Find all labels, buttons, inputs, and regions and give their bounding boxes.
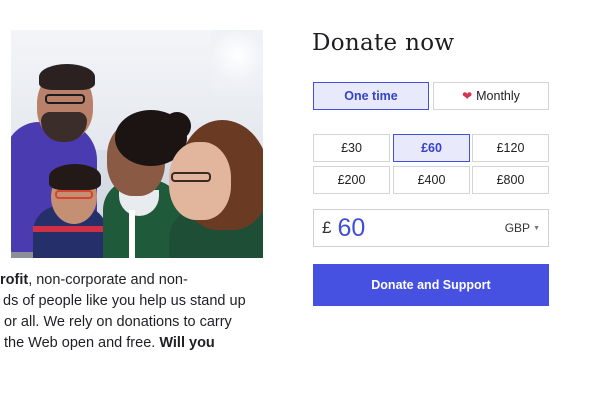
amount-option-60[interactable]: £60 xyxy=(393,134,470,162)
amount-option-800[interactable]: £800 xyxy=(472,166,549,194)
mission-blurb: rofit, non-corporate and non- ds of peop… xyxy=(0,270,300,354)
blurb-line-3: or all. We rely on donations to carry xyxy=(4,314,232,330)
frequency-monthly-button[interactable]: ❤ Monthly xyxy=(433,82,549,110)
custom-amount-field: £ GBP ▼ xyxy=(313,209,549,247)
photo-person-man-glasses xyxy=(45,94,85,104)
blurb-line-2: ds of people like you help us stand up xyxy=(3,293,246,309)
photo-person-boy-glasses xyxy=(55,190,93,199)
currency-select[interactable]: GBP ▼ xyxy=(505,221,540,235)
amount-option-400[interactable]: £400 xyxy=(393,166,470,194)
amount-option-30[interactable]: £30 xyxy=(313,134,390,162)
heart-icon: ❤ xyxy=(462,89,473,103)
amount-option-200[interactable]: £200 xyxy=(313,166,390,194)
photo-light xyxy=(211,30,263,94)
chevron-down-icon: ▼ xyxy=(533,224,540,232)
frequency-one-time-button[interactable]: One time xyxy=(313,82,429,110)
frequency-monthly-label: Monthly xyxy=(476,89,520,103)
amount-option-120[interactable]: £120 xyxy=(472,134,549,162)
donate-title: Donate now xyxy=(312,30,455,56)
currency-symbol: £ xyxy=(322,218,332,237)
donate-submit-button[interactable]: Donate and Support xyxy=(313,264,549,306)
hero-photo xyxy=(11,30,263,258)
blurb-line-1: rofit, non-corporate and non- xyxy=(0,272,188,288)
frequency-one-time-label: One time xyxy=(344,89,398,103)
photo-person-boy-hair xyxy=(49,164,101,190)
photo-person-woman-bun xyxy=(163,112,191,140)
photo-person-woman-right-glasses xyxy=(171,172,211,182)
photo-person-woman-lanyard xyxy=(129,210,135,258)
photo-person-boy-stripe xyxy=(33,226,107,232)
blurb-line-4: the Web open and free. Will you xyxy=(4,335,215,351)
currency-select-value: GBP xyxy=(504,221,531,235)
custom-amount-input[interactable] xyxy=(337,213,478,243)
photo-person-man-hair xyxy=(39,64,95,90)
